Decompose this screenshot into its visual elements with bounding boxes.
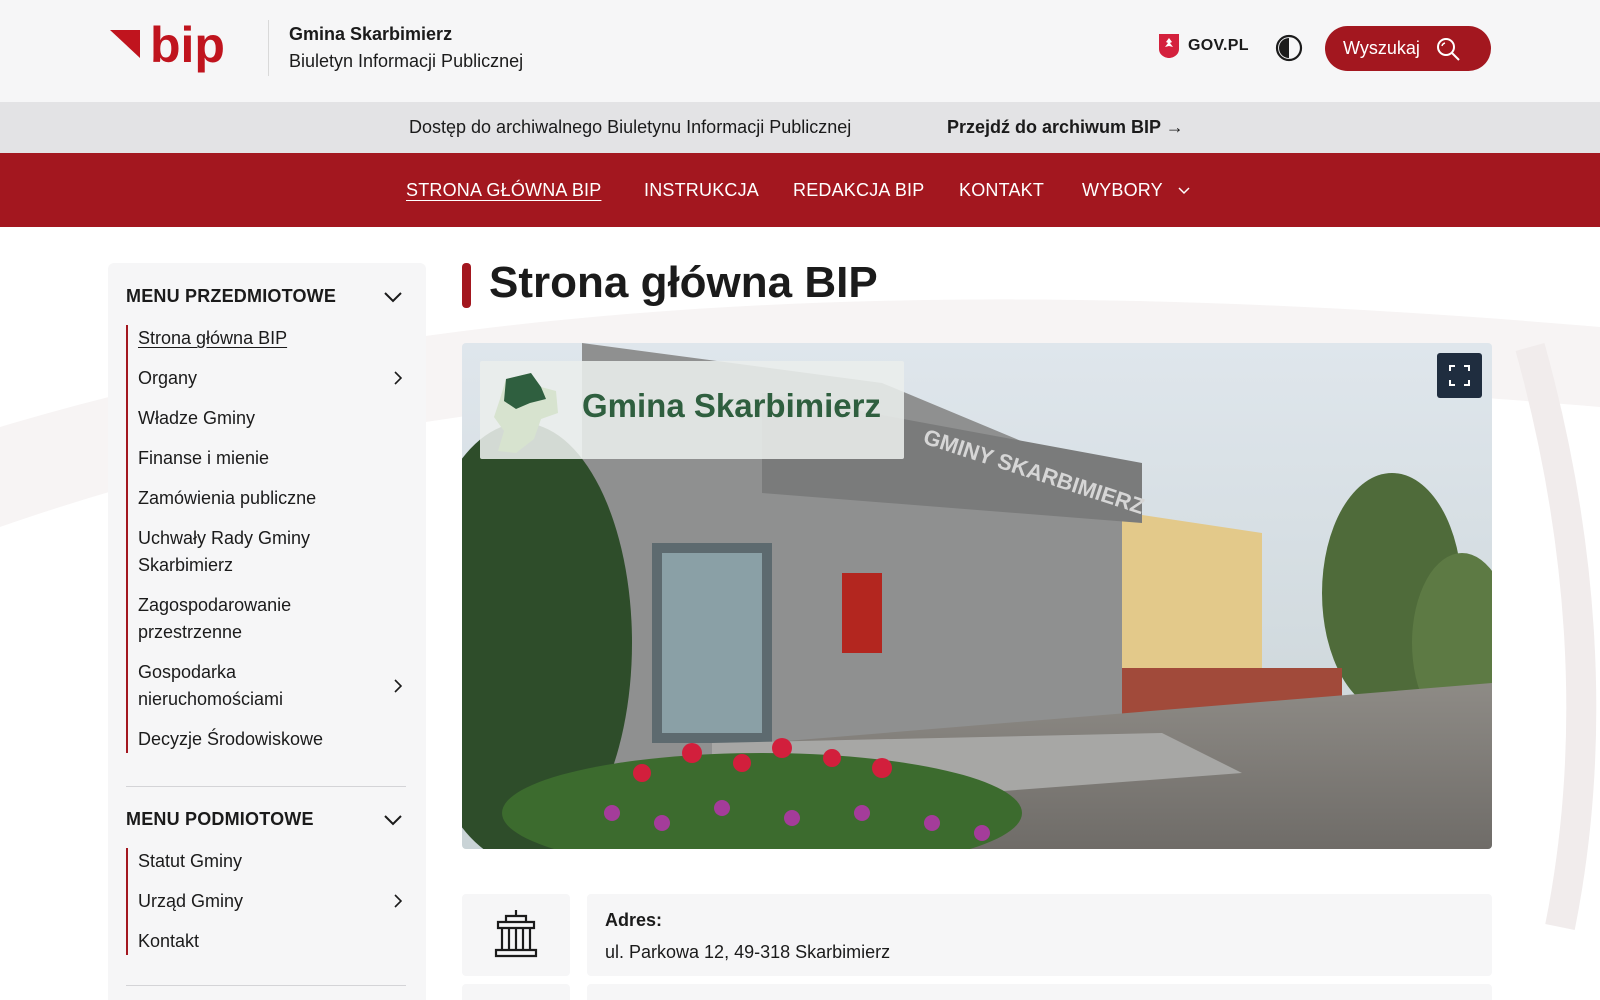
sidebar-item-gospodarka[interactable]: Gospodarka nieruchomościami xyxy=(128,659,402,713)
menu-przedmiotowe-list: Strona główna BIP Organy Władze Gminy Fi… xyxy=(126,325,402,753)
building-icon xyxy=(494,910,538,958)
sidebar-item-urzad[interactable]: Urząd Gminy xyxy=(128,888,402,915)
sidebar-item-wladze[interactable]: Władze Gminy xyxy=(128,405,358,432)
sidebar-item-decyzje[interactable]: Decyzje Środowiskowe xyxy=(128,726,358,753)
chevron-down-icon[interactable] xyxy=(384,814,402,826)
address-icon-box xyxy=(462,894,570,976)
svg-text:bip: bip xyxy=(150,18,225,73)
nav-item-redakcja[interactable]: REDAKCJA BIP xyxy=(793,180,924,201)
chevron-down-icon xyxy=(1178,187,1190,195)
site-header: bip Gmina Skarbimierz Biuletyn Informacj… xyxy=(0,0,1600,102)
hero-gmina-name: Gmina Skarbimierz xyxy=(582,387,881,424)
archive-text: Dostęp do archiwalnego Biuletynu Informa… xyxy=(409,117,852,137)
main-nav: STRONA GŁÓWNA BIP INSTRUKCJA REDAKCJA BI… xyxy=(0,153,1600,227)
nav-item-wybory[interactable]: WYBORY xyxy=(1082,180,1190,201)
title-accent xyxy=(462,263,471,308)
site-name: Gmina Skarbimierz xyxy=(289,24,453,44)
archive-link[interactable]: Przejdź do archiwum BIP → xyxy=(947,117,1184,138)
chevron-right-icon xyxy=(394,679,402,693)
sidebar-item-kontakt[interactable]: Kontakt xyxy=(128,928,243,955)
hero-label-panel: Gmina Skarbimierz xyxy=(480,361,904,459)
address-box: Adres: ul. Parkowa 12, 49-318 Skarbimier… xyxy=(587,894,1492,976)
govpl-link[interactable]: GOV.PL xyxy=(1158,33,1249,59)
search-button[interactable]: Wyszukaj xyxy=(1325,26,1491,71)
sidebar-item-strona-glowna[interactable]: Strona główna BIP xyxy=(128,325,358,352)
address-label: Adres: xyxy=(605,910,663,930)
polish-emblem-icon xyxy=(1159,34,1179,58)
fullscreen-icon xyxy=(1449,365,1470,386)
sidebar-item-zamowienia[interactable]: Zamówienia publiczne xyxy=(128,485,358,512)
sidebar-divider xyxy=(126,786,406,787)
menu-przedmiotowe-title[interactable]: MENU PRZEDMIOTOWE xyxy=(126,286,336,307)
header-separator xyxy=(268,20,269,76)
chevron-down-icon[interactable] xyxy=(384,291,402,303)
sidebar-divider xyxy=(126,985,406,986)
nav-item-strona-glowna[interactable]: STRONA GŁÓWNA BIP xyxy=(406,180,601,201)
chevron-right-icon xyxy=(394,371,402,385)
nav-item-kontakt[interactable]: KONTAKT xyxy=(959,180,1044,201)
govpl-label: GOV.PL xyxy=(1188,37,1249,54)
sidebar-item-uchwaly[interactable]: Uchwały Rady Gminy Skarbimierz xyxy=(128,525,358,579)
sidebar-item-label: Urząd Gminy xyxy=(138,891,244,911)
hero-image: GMINY SKARBIMIERZ Gmina Skarbimierz xyxy=(462,343,1492,849)
sidebar: MENU PRZEDMIOTOWE Strona główna BIP Orga… xyxy=(108,263,426,1000)
bip-logo[interactable]: bip xyxy=(110,18,246,80)
nav-item-wybory-label: WYBORY xyxy=(1082,180,1163,200)
sidebar-item-finanse[interactable]: Finanse i mienie xyxy=(128,445,358,472)
search-icon xyxy=(1436,37,1460,61)
fullscreen-button[interactable] xyxy=(1437,353,1482,398)
chevron-right-icon xyxy=(394,894,402,908)
info-icon-box-next xyxy=(462,984,570,1000)
sidebar-item-zagospodarowanie[interactable]: Zagospodarowanie przestrzenne xyxy=(128,592,358,646)
menu-podmiotowe-title[interactable]: MENU PODMIOTOWE xyxy=(126,809,314,830)
info-box-next xyxy=(587,984,1492,1000)
page-title: Strona główna BIP xyxy=(489,258,878,307)
sidebar-item-organy[interactable]: Organy xyxy=(128,365,402,392)
sidebar-item-label: Gospodarka nieruchomościami xyxy=(138,662,284,709)
sidebar-item-label: Organy xyxy=(138,368,198,388)
contrast-icon[interactable] xyxy=(1275,34,1303,62)
search-button-label: Wyszukaj xyxy=(1343,38,1420,58)
gmina-map-icon xyxy=(494,373,558,453)
nav-item-instrukcja[interactable]: INSTRUKCJA xyxy=(644,180,759,201)
address-value: ul. Parkowa 12, 49-318 Skarbimierz xyxy=(605,942,891,962)
sidebar-item-statut[interactable]: Statut Gminy xyxy=(128,848,243,875)
menu-podmiotowe-list: Statut Gminy Urząd Gminy Kontakt xyxy=(126,848,402,955)
site-subtitle: Biuletyn Informacji Publicznej xyxy=(289,51,524,71)
archive-bar: Dostęp do archiwalnego Biuletynu Informa… xyxy=(0,102,1600,153)
